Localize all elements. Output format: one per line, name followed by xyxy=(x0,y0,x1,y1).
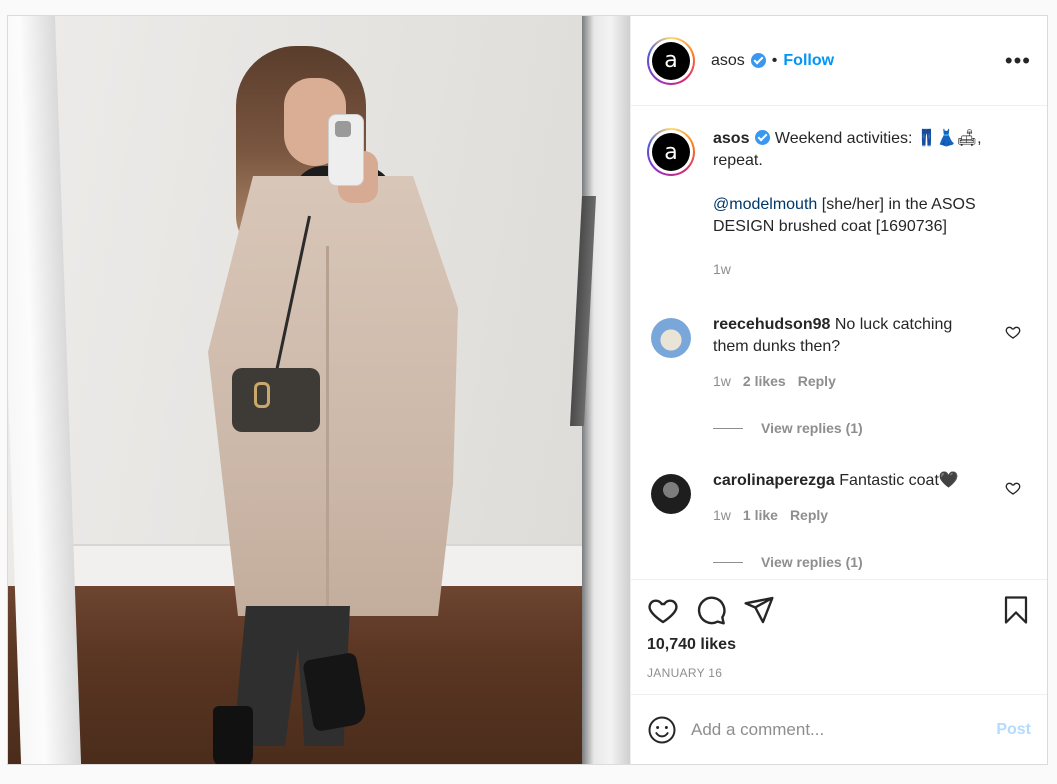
profile-avatar[interactable]: a xyxy=(647,36,695,85)
comment-body: reecehudson98 No luck catching them dunk… xyxy=(713,314,983,392)
comment-likes-count[interactable]: 2 likes xyxy=(743,370,786,392)
share-paper-plane-icon[interactable] xyxy=(743,594,775,626)
replies-divider-line xyxy=(713,427,743,429)
comment-avatar-image xyxy=(651,318,691,358)
comment-text: Fantastic coat🖤 xyxy=(839,472,959,489)
caption-avatar[interactable]: a xyxy=(647,128,695,176)
comment-avatar[interactable] xyxy=(647,314,695,362)
comment-reply-button[interactable]: Reply xyxy=(790,504,828,526)
comment-username[interactable]: carolinaperezga xyxy=(713,472,835,489)
comment-body: carolinaperezga Fantastic coat🖤 1w 1 lik… xyxy=(713,470,983,526)
view-replies-button[interactable]: View replies (1) xyxy=(713,554,1031,570)
save-bookmark-icon[interactable] xyxy=(1001,594,1031,626)
caption-body: asos Weekend activities: 👖👗🛋, repeat. @m… xyxy=(713,128,983,280)
caption-credit-block: @modelmouth [she/her] in the ASOS DESIGN… xyxy=(713,194,983,238)
caption-username[interactable]: asos xyxy=(713,130,749,147)
post-caption: a asos Weekend activities: 👖👗🛋, repeat. … xyxy=(647,128,1031,280)
comments-section[interactable]: a asos Weekend activities: 👖👗🛋, repeat. … xyxy=(631,106,1047,579)
profile-avatar-ring: a xyxy=(649,38,693,83)
follow-button[interactable]: Follow xyxy=(783,52,834,70)
comment-meta: 1w 2 likes Reply xyxy=(713,370,983,392)
verified-badge-icon xyxy=(755,130,771,145)
caption-text: Weekend activities: 👖👗🛋, repeat. xyxy=(713,130,982,169)
caption-mention-link[interactable]: @modelmouth xyxy=(713,196,817,213)
comment-time[interactable]: 1w xyxy=(713,370,731,392)
photo-mirror-frame-right xyxy=(582,16,630,764)
photo-boot-left xyxy=(213,706,253,764)
view-replies-button[interactable]: View replies (1) xyxy=(713,420,1031,436)
post-header: a asos • Follow ••• xyxy=(631,16,1047,106)
view-replies-label: View replies (1) xyxy=(761,554,863,570)
comment-text-block: carolinaperezga Fantastic coat🖤 xyxy=(713,470,983,492)
view-replies-label: View replies (1) xyxy=(761,420,863,436)
comment-reply-button[interactable]: Reply xyxy=(798,370,836,392)
comment-avatar-image xyxy=(651,474,691,514)
comment-like-heart-icon[interactable] xyxy=(1005,324,1021,340)
photo-bag xyxy=(232,368,320,432)
caption-text-block: asos Weekend activities: 👖👗🛋, repeat. xyxy=(713,128,983,172)
caption-avatar-ring: a xyxy=(649,130,693,174)
header-username[interactable]: asos xyxy=(711,52,745,70)
add-comment-bar: Post xyxy=(631,694,1047,764)
header-separator: • xyxy=(771,51,778,69)
replies-divider-line xyxy=(713,561,743,563)
comment-bubble-icon[interactable] xyxy=(695,594,727,626)
photo-phone-camera xyxy=(335,121,351,137)
comment-username[interactable]: reecehudson98 xyxy=(713,316,830,333)
comment-avatar[interactable] xyxy=(647,470,695,518)
add-comment-input[interactable] xyxy=(691,719,997,740)
comment-text-block: reecehudson98 No luck catching them dunk… xyxy=(713,314,983,358)
comment-like-heart-icon[interactable] xyxy=(1005,480,1021,496)
comment-meta: 1w 1 like Reply xyxy=(713,504,983,526)
caption-time[interactable]: 1w xyxy=(713,258,731,280)
post-photo[interactable] xyxy=(8,16,630,764)
photo-phone xyxy=(328,114,364,186)
more-options-icon[interactable]: ••• xyxy=(1005,49,1031,72)
action-icons-row xyxy=(647,592,1031,628)
caption-avatar-logo: a xyxy=(652,133,690,171)
post-actions: 10,740 likes JANUARY 16 xyxy=(631,579,1047,680)
verified-badge-icon xyxy=(750,53,766,68)
likes-count[interactable]: 10,740 likes xyxy=(647,636,1031,654)
emoji-icon[interactable] xyxy=(647,715,677,745)
photo-coat-seam xyxy=(326,246,329,606)
post-date[interactable]: JANUARY 16 xyxy=(647,666,1031,680)
post-side-panel: a asos • Follow ••• a asos Weekend activ… xyxy=(630,16,1047,764)
post-comment-button[interactable]: Post xyxy=(996,721,1031,739)
instagram-post: a asos • Follow ••• a asos Weekend activ… xyxy=(7,15,1048,765)
comment-time[interactable]: 1w xyxy=(713,504,731,526)
caption-meta: 1w xyxy=(713,258,983,280)
profile-avatar-logo: a xyxy=(652,41,690,80)
comment-likes-count[interactable]: 1 like xyxy=(743,504,778,526)
comment-item: carolinaperezga Fantastic coat🖤 1w 1 lik… xyxy=(647,470,1031,526)
comment-item: reecehudson98 No luck catching them dunk… xyxy=(647,314,1031,392)
like-heart-icon[interactable] xyxy=(647,594,679,626)
photo-bag-logo xyxy=(254,382,270,408)
